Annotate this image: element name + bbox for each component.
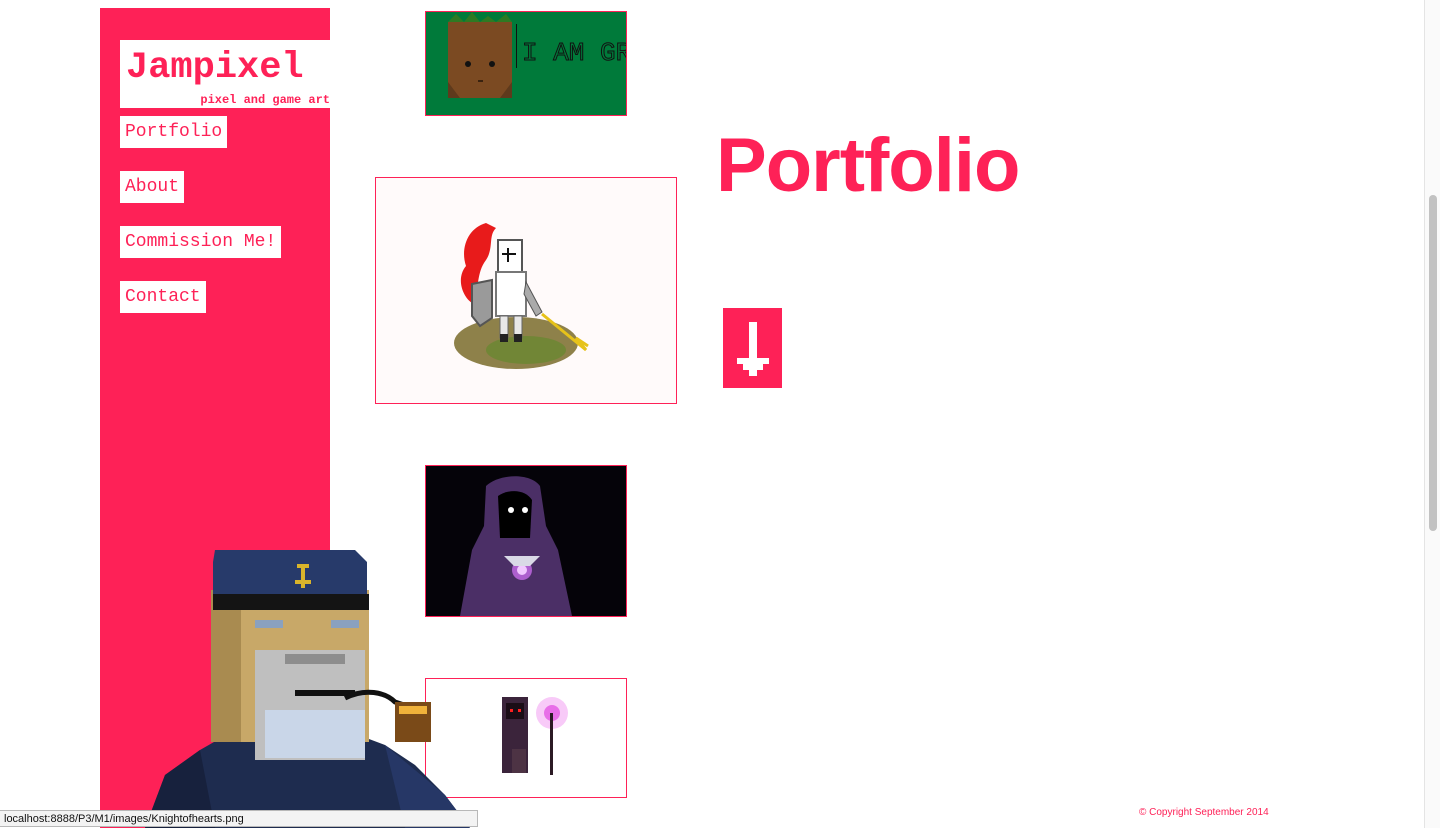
site-title: Jampixel (126, 47, 304, 89)
nav-item-portfolio[interactable]: Portfolio (120, 116, 228, 148)
footer-copyright: © Copyright September 2014 (1139, 807, 1269, 818)
nav-item-contact[interactable]: Contact (120, 281, 206, 313)
scrollbar-thumb[interactable] (1429, 195, 1437, 531)
down-arrow-icon (737, 322, 769, 376)
gallery-thumb-knight[interactable] (375, 177, 677, 404)
nav-item-commission[interactable]: Commission Me! (120, 226, 282, 258)
sailor-character-illustration (145, 550, 470, 828)
scroll-down-button[interactable] (723, 308, 782, 388)
groot-illustration: I AM GROOT (448, 12, 626, 98)
gallery-thumb-groot[interactable]: I AM GROOT (425, 11, 627, 116)
site-logo[interactable]: Jampixel pixel and game art (120, 40, 330, 108)
page-title: Portfolio (716, 123, 1020, 208)
groot-caption: I AM GROOT (522, 38, 626, 68)
page-scrollbar[interactable] (1424, 0, 1440, 828)
nav-item-about[interactable]: About (120, 171, 185, 203)
knight-illustration (454, 223, 589, 369)
site-tagline: pixel and game art (200, 93, 330, 107)
browser-status-url: localhost:8888/P3/M1/images/Knightofhear… (0, 810, 478, 827)
